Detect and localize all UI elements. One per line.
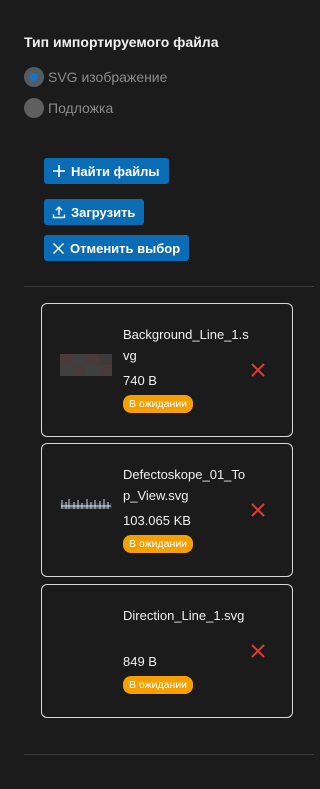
find-files-button[interactable]: Найти файлы <box>44 158 169 184</box>
import-type-title: Тип импортируемого файла <box>24 34 219 50</box>
close-icon <box>52 242 65 255</box>
radio-option-label: Подложка <box>48 100 114 116</box>
upload-button[interactable]: Загрузить <box>44 199 145 225</box>
file-card: Defectoskope_01_Top_View.svg 103.065 KB … <box>41 443 293 577</box>
divider <box>24 286 314 287</box>
file-name: Background_Line_1.svg <box>123 327 249 363</box>
plus-icon <box>52 164 66 178</box>
status-badge: В ожидании <box>123 535 194 553</box>
cancel-selection-button[interactable]: Отменить выбор <box>44 235 190 261</box>
file-size: 740 B <box>123 373 157 388</box>
remove-icon[interactable] <box>250 502 266 518</box>
status-badge: В ожидании <box>123 395 194 413</box>
upload-icon <box>52 205 66 219</box>
find-files-label: Найти файлы <box>71 163 160 179</box>
radio-checked-icon[interactable] <box>24 67 44 87</box>
radio-option-underlay[interactable]: Подложка <box>24 98 113 118</box>
upload-label: Загрузить <box>71 204 136 220</box>
divider <box>24 754 314 755</box>
cancel-selection-label: Отменить выбор <box>70 240 181 256</box>
file-thumbnail <box>60 354 112 376</box>
file-name: Direction_Line_1.svg <box>123 608 245 623</box>
status-badge: В ожидании <box>123 676 194 694</box>
remove-icon[interactable] <box>250 362 266 378</box>
radio-unchecked-icon[interactable] <box>24 98 44 118</box>
remove-icon[interactable] <box>250 643 266 659</box>
file-size: 849 B <box>123 654 157 669</box>
file-card: Background_Line_1.svg 740 B В ожидании <box>41 303 293 437</box>
file-thumbnail <box>60 635 112 657</box>
file-name: Defectoskope_01_Top_View.svg <box>123 467 246 503</box>
radio-option-label: SVG изображение <box>48 69 168 85</box>
file-size: 103.065 KB <box>123 513 191 528</box>
file-thumbnail <box>60 499 112 509</box>
file-card: Direction_Line_1.svg 849 B В ожидании <box>41 584 293 718</box>
radio-option-svg[interactable]: SVG изображение <box>24 67 167 87</box>
